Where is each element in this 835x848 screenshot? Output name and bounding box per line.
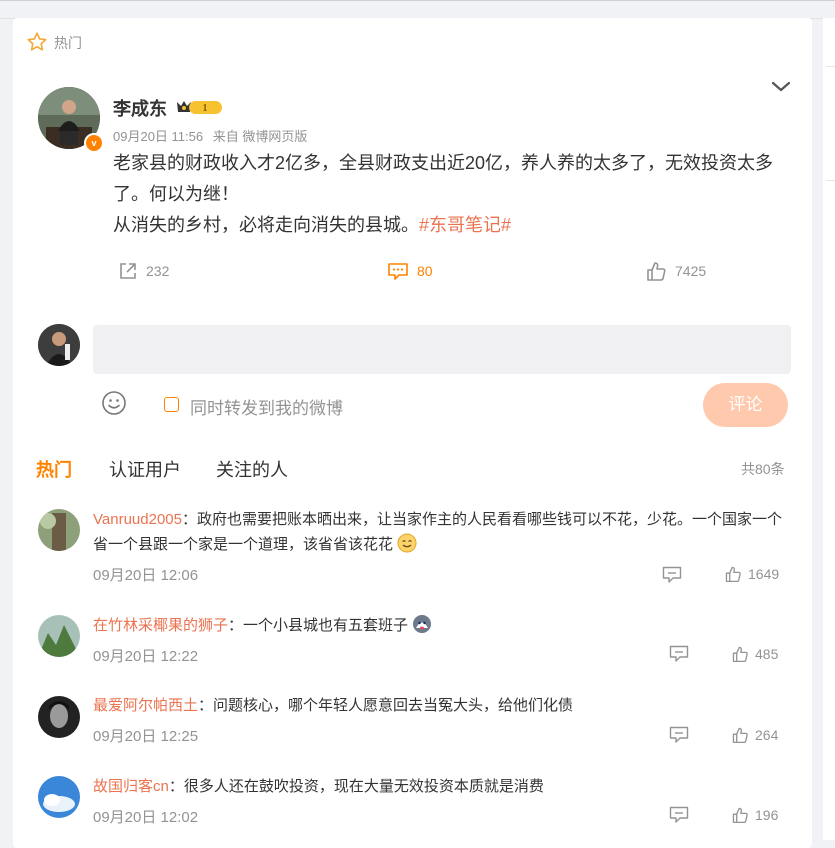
- husky-emoji-icon: [413, 615, 432, 633]
- comment-total: 共80条: [741, 461, 785, 477]
- avatar-image: [38, 324, 80, 366]
- post-text-line: 从消失的乡村，必将走向消失的县城。#东哥笔记#: [113, 215, 512, 235]
- comment-avatar[interactable]: [38, 615, 80, 657]
- thumbs-up-icon: [732, 807, 748, 824]
- avatar-image: [38, 509, 80, 551]
- comment-text: 在竹林采椰果的狮子：一个小县城也有五套班子: [93, 613, 793, 638]
- comment-like-button[interactable]: 264: [731, 726, 778, 744]
- svg-text:1: 1: [203, 103, 208, 114]
- right-sidebar-edge: [823, 18, 835, 840]
- comment-avatar[interactable]: [38, 696, 80, 738]
- comment-time: 09月20日 12:22: [93, 648, 199, 665]
- post-text-line: 老家县的财政收入才2亿多，全县财政支出近20亿，养人养的太多了，无效投资太多: [113, 153, 774, 173]
- section-label: 热门: [54, 35, 82, 51]
- comment-username[interactable]: 在竹林采椰果的狮子: [93, 617, 228, 634]
- post-source: 来自 微博网页版: [212, 129, 308, 144]
- comment-input[interactable]: [93, 325, 791, 374]
- top-bar: [0, 0, 835, 19]
- repost-checkbox-label[interactable]: 同时转发到我的微博: [190, 394, 343, 419]
- avatar-image: [38, 615, 80, 657]
- emoji-icon[interactable]: [101, 390, 127, 416]
- submit-comment-button[interactable]: 评论: [703, 383, 788, 427]
- hot-star-icon: [27, 32, 47, 51]
- comment-like-button[interactable]: 196: [731, 806, 778, 824]
- comment-time: 09月20日 12:25: [93, 728, 199, 745]
- comment-username[interactable]: 故国归客cn: [93, 778, 169, 795]
- comment-like-button[interactable]: 1649: [724, 565, 779, 583]
- post-text: 老家县的财政收入才2亿多，全县财政支出近20亿，养人养的太多了，无效投资太多 了…: [113, 148, 773, 241]
- sidebar-divider: [826, 180, 835, 181]
- comment-icon: [388, 263, 408, 280]
- comment-text: 故国归客cn：很多人还在鼓吹投资，现在大量无效投资本质就是消费: [93, 778, 544, 795]
- reply-icon[interactable]: [669, 806, 689, 824]
- comment-button[interactable]: 80: [387, 258, 433, 284]
- hashtag-link[interactable]: #东哥笔记#: [419, 215, 511, 235]
- comment-username[interactable]: 最爱阿尔帕西土: [93, 697, 198, 714]
- chevron-down-icon[interactable]: [770, 80, 792, 94]
- post-text-line: 了。何以为继！: [113, 184, 239, 204]
- comment-like-button[interactable]: 485: [731, 645, 778, 663]
- tab-verified-users[interactable]: 认证用户: [109, 456, 181, 482]
- comment-avatar[interactable]: [38, 509, 80, 551]
- avatar-image: [38, 776, 80, 818]
- post-meta: 09月20日 11:56 来自 微博网页版: [113, 126, 307, 145]
- comment-avatar[interactable]: [38, 776, 80, 818]
- comment-username[interactable]: Vanruud2005: [93, 511, 182, 528]
- repost-count: 232: [146, 263, 170, 279]
- comment-time: 09月20日 12:06: [93, 567, 199, 584]
- smile-emoji-icon: [397, 533, 417, 553]
- comment-like-count: 196: [755, 807, 779, 823]
- like-count: 7425: [675, 263, 707, 279]
- my-avatar[interactable]: [38, 324, 80, 366]
- reply-icon[interactable]: [662, 566, 682, 584]
- avatar-image: [38, 696, 80, 738]
- tab-following[interactable]: 关注的人: [216, 456, 288, 482]
- thumbs-up-icon: [647, 262, 666, 281]
- comment-text: 最爱阿尔帕西土：问题核心，哪个年轻人愿意回去当冤大头，给他们化债: [93, 697, 574, 714]
- post-time[interactable]: 09月20日 11:56: [113, 129, 203, 144]
- comment-count: 80: [417, 263, 433, 279]
- verified-badge: v: [84, 133, 104, 153]
- sidebar-divider: [826, 66, 835, 67]
- like-button[interactable]: 7425: [645, 258, 706, 284]
- thumbs-up-icon: [725, 566, 741, 583]
- comment-time: 09月20日 12:02: [93, 809, 199, 826]
- tab-hot[interactable]: 热门: [36, 456, 72, 482]
- repost-icon: [120, 263, 136, 279]
- comment-text: Vanruud2005：政府也需要把账本晒出来，让当家作主的人民看看哪些钱可以不…: [93, 511, 782, 553]
- reply-icon[interactable]: [669, 645, 689, 663]
- reply-icon[interactable]: [669, 726, 689, 744]
- vip-crown-icon[interactable]: 1: [175, 98, 223, 116]
- comment-like-count: 1649: [748, 566, 780, 582]
- comment-like-count: 264: [755, 727, 779, 743]
- comment-like-count: 485: [755, 646, 779, 662]
- top-divider: [0, 0, 835, 1]
- thumbs-up-icon: [732, 727, 748, 744]
- repost-button[interactable]: 232: [118, 258, 169, 284]
- repost-checkbox[interactable]: [164, 397, 179, 412]
- author-name[interactable]: 李成东: [113, 95, 167, 121]
- thumbs-up-icon: [732, 646, 748, 663]
